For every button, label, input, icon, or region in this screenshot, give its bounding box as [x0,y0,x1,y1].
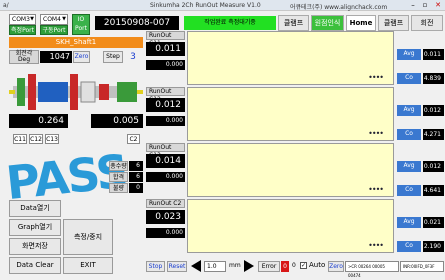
drive-port-button[interactable]: 구동Port [40,25,68,35]
measure-port-button[interactable]: 측정Port [9,25,36,35]
total-count-value: 6 [129,161,143,171]
angle-value: 1047 [40,51,72,63]
avg-value: 0.011 [423,49,444,60]
arrow-right-icon[interactable] [244,260,254,272]
status-bar: 작업완료 측정대기중 [184,16,276,30]
angle-unit: Deg [17,56,31,63]
left-runout-value: 0.264 [9,114,68,128]
company-text: 어큐테크(주) www.alignchack.com [290,4,388,11]
channel-chart: •••• [187,87,394,141]
log-field-1: >CR 00264 00005 00474 [345,261,399,278]
angle-zero-button[interactable]: Zero [73,51,90,63]
rotate-button[interactable]: 회전 [411,15,443,31]
fail-count-value: 0 [129,183,143,193]
chevron-down-icon: ▼ [30,16,34,22]
graph-open-button[interactable]: Graph열기 [9,219,61,236]
co-label: Co [397,129,421,140]
right-runout-value: 0.005 [91,114,143,128]
shaft-diagram [9,64,143,120]
channel-name: RunOut C11 [146,31,185,47]
stop-button[interactable]: Stop [146,261,165,272]
channel-value: 0.023 [146,210,185,224]
channel-value: 0.012 [146,98,185,112]
channel-chart: •••• [187,143,394,197]
co-value: 4.641 [423,185,444,196]
avg-label: Avg [397,161,421,172]
log-field-2: INR:00IFD_0F3F [400,261,444,272]
port2-select[interactable]: COM4 ▼ [40,14,68,25]
channel-name: RunOut C13 [146,143,185,159]
tab-c2[interactable]: C2 [127,134,140,144]
clamp-button[interactable]: 클램프 [278,15,309,31]
step-value: 3 [130,52,136,62]
avg-value: 0.012 [423,105,444,116]
channel-name: RunOut C12 [146,87,185,103]
clamp2-button[interactable]: 클램프 [378,15,409,31]
data-open-button[interactable]: Data열기 [9,200,61,217]
channel-value: 0.011 [146,42,185,56]
fail-count-label: 불량 [109,183,128,193]
port1-select[interactable]: COM3 ▼ [9,14,36,25]
arrow-left-icon[interactable] [191,260,201,272]
co-label: Co [397,241,421,252]
avg-value: 0.021 [423,217,444,228]
port1-value: COM3 [12,16,30,23]
close-icon[interactable]: ✕ [432,1,444,10]
avg-label: Avg [397,49,421,60]
app-icon: a/ [3,2,9,9]
auto-label: Auto [309,261,326,269]
co-value: 4.839 [423,73,444,84]
mm-unit: mm [229,262,241,269]
port2-value: COM4 [43,16,61,23]
reset-button[interactable]: Reset [167,261,187,272]
title-bar: a/ Sinkumha 2Ch RunOut Measure V1.0 어큐테크… [0,0,445,11]
error-value: 0 [292,262,296,269]
channel-chart: •••• [187,31,394,85]
angle-label: 회전각 Deg [9,50,39,64]
chart-dots: •••• [368,241,384,250]
tab-c13[interactable]: C13 [45,134,59,144]
co-value: 4.271 [423,129,444,140]
avg-label: Avg [397,105,421,116]
chevron-down-icon: ▼ [62,16,66,22]
avg-label: Avg [397,217,421,228]
channel-sub-value: 0.000 [146,228,185,238]
zero-button[interactable]: Zero [328,261,344,272]
co-value: 2.190 [423,241,444,252]
pass-count-label: 합격 [109,172,128,182]
measure-toggle-button[interactable]: 측정/중지 [63,219,113,255]
chart-dots: •••• [368,185,384,194]
date-code: 20150908-007 [95,16,179,30]
home-button[interactable]: Home [346,15,376,31]
screen-save-button[interactable]: 화면저장 [9,238,61,255]
minimize-icon[interactable]: – [407,1,419,10]
mm-input[interactable]: 1.0 [204,261,226,272]
chart-dots: •••• [368,73,384,82]
co-label: Co [397,185,421,196]
part-name: SKH_Shaft1 [9,37,143,48]
channel-chart: •••• [187,199,394,253]
channel-value: 0.014 [146,154,185,168]
io-port-button[interactable]: IO Port [72,14,90,35]
pass-count-value: 6 [129,172,143,182]
channel-sub-value: 0.000 [146,60,185,70]
maximize-icon[interactable]: ▫ [419,1,431,10]
auto-checkbox[interactable]: ✓ [300,262,307,269]
channel-name: RunOut C2 [146,199,185,208]
avg-value: 0.012 [423,161,444,172]
co-label: Co [397,73,421,84]
error-button[interactable]: Error [258,261,280,272]
total-count-label: 총수량 [109,161,128,171]
chart-dots: •••• [368,129,384,138]
data-clear-button[interactable]: Data Clear [9,257,61,274]
exit-button[interactable]: EXIT [63,257,113,274]
step-label: Step [103,51,123,63]
channel-sub-value: 0.000 [146,116,185,126]
channel-sub-value: 0.000 [146,172,185,182]
window-title: Sinkumha 2Ch RunOut Measure V1.0 [150,2,261,9]
tab-c12[interactable]: C12 [29,134,43,144]
error-count: 0 [281,261,289,272]
origin-detect-button[interactable]: 원점인식 [311,15,344,31]
tab-c11[interactable]: C11 [13,134,27,144]
